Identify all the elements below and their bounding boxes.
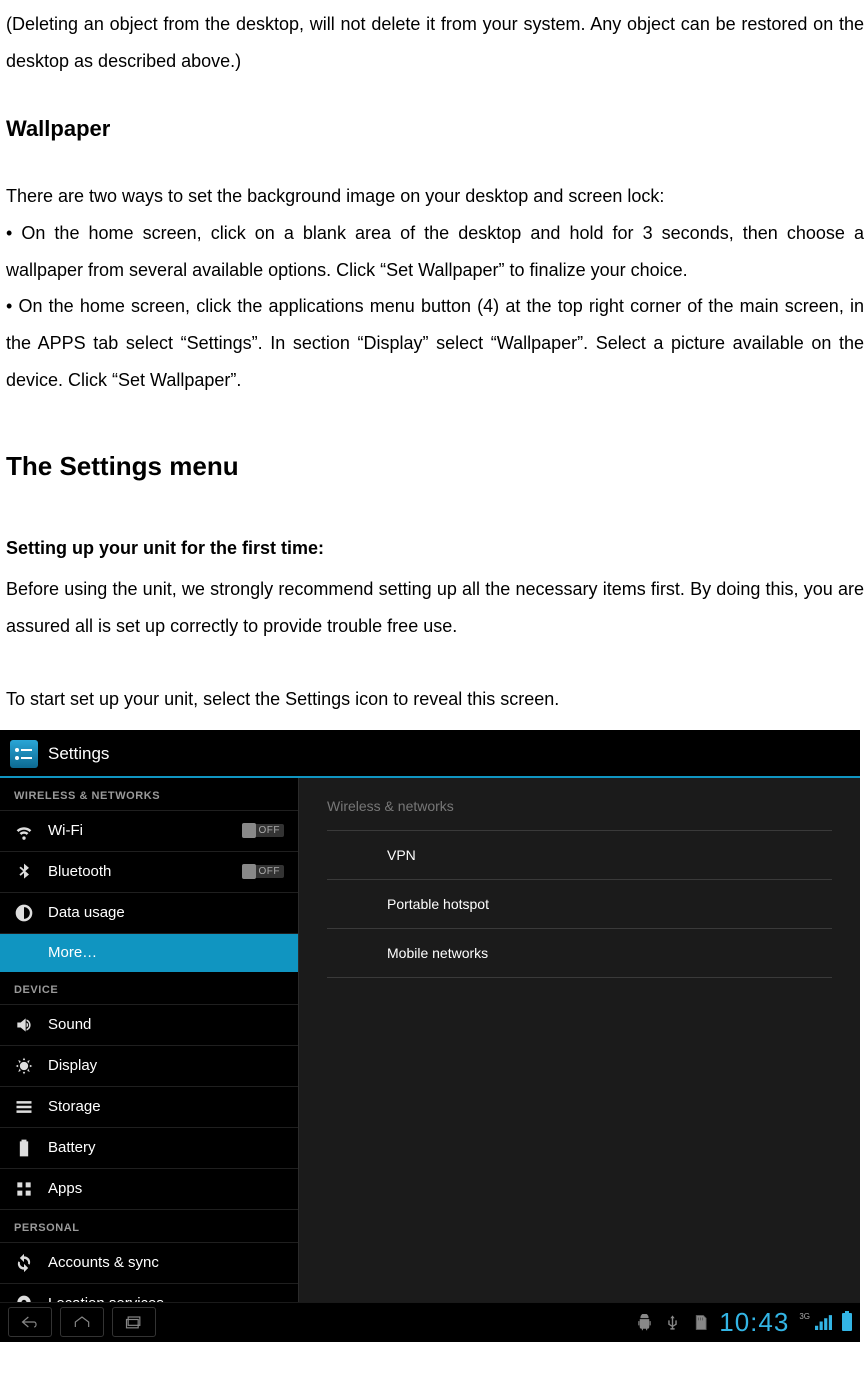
display-icon [14,1056,34,1076]
android-debug-icon [635,1313,653,1331]
sidebar-item-data-usage[interactable]: Data usage [0,893,298,934]
settings-header: Settings [0,730,860,778]
sidebar-item-label: Storage [48,1098,101,1115]
panel-heading: Wireless & networks [299,778,860,830]
sidebar-item-wifi[interactable]: Wi-Fi OFF [0,811,298,852]
wallpaper-bullet-2: • On the home screen, click the applicat… [6,288,864,399]
settings-screenshot: Settings WIRELESS & NETWORKS Wi-Fi OFF B… [0,730,860,1342]
location-icon [14,1294,34,1302]
first-time-body: Before using the unit, we strongly recom… [6,571,864,645]
sidebar-item-sound[interactable]: Sound [0,1005,298,1046]
sidebar-item-accounts[interactable]: Accounts & sync [0,1243,298,1284]
wallpaper-heading: Wallpaper [6,116,864,142]
settings-sidebar: WIRELESS & NETWORKS Wi-Fi OFF Bluetooth … [0,778,298,1302]
sd-card-icon [691,1313,709,1331]
signal-icon [814,1313,832,1331]
start-setup-text: To start set up your unit, select the Se… [6,681,864,718]
apps-icon [14,1179,34,1199]
sidebar-item-label: Wi-Fi [48,822,83,839]
storage-icon [14,1097,34,1117]
category-personal: PERSONAL [0,1210,298,1243]
sidebar-item-label: Apps [48,1180,82,1197]
sidebar-item-display[interactable]: Display [0,1046,298,1087]
sound-icon [14,1015,34,1035]
usb-icon [663,1313,681,1331]
sidebar-item-label: Location services [48,1295,164,1302]
sidebar-item-label: Battery [48,1139,96,1156]
panel-item-mobile-networks[interactable]: Mobile networks [327,929,832,978]
clock: 10:43 [719,1307,789,1338]
sidebar-item-apps[interactable]: Apps [0,1169,298,1210]
sidebar-item-label: Data usage [48,904,125,921]
back-button[interactable] [8,1307,52,1337]
settings-title: Settings [48,744,109,764]
wifi-icon [14,821,34,841]
system-navbar: 10:43 3G [0,1302,860,1342]
recent-apps-button[interactable] [112,1307,156,1337]
settings-menu-heading: The Settings menu [6,451,864,482]
sidebar-item-label: Display [48,1057,97,1074]
sync-icon [14,1253,34,1273]
sidebar-item-label: Accounts & sync [48,1254,159,1271]
sidebar-item-location[interactable]: Location services [0,1284,298,1302]
category-wireless: WIRELESS & NETWORKS [0,778,298,811]
home-button[interactable] [60,1307,104,1337]
bluetooth-icon [14,862,34,882]
settings-detail-panel: Wireless & networks VPN Portable hotspot… [298,778,860,1302]
wallpaper-bullet-1: • On the home screen, click on a blank a… [6,215,864,289]
panel-item-vpn[interactable]: VPN [327,830,832,880]
sidebar-item-label: Bluetooth [48,863,111,880]
panel-item-hotspot[interactable]: Portable hotspot [327,880,832,929]
sidebar-item-battery[interactable]: Battery [0,1128,298,1169]
battery-icon [14,1138,34,1158]
category-device: DEVICE [0,972,298,1005]
wallpaper-intro: There are two ways to set the background… [6,178,864,215]
sidebar-item-label: More… [48,944,97,961]
battery-icon [842,1313,852,1331]
sidebar-item-storage[interactable]: Storage [0,1087,298,1128]
sidebar-item-more[interactable]: More… [0,934,298,972]
settings-app-icon [10,740,38,768]
first-time-subhead: Setting up your unit for the first time: [6,530,864,567]
sidebar-item-bluetooth[interactable]: Bluetooth OFF [0,852,298,893]
sidebar-item-label: Sound [48,1016,91,1033]
wifi-toggle[interactable]: OFF [242,824,284,837]
bluetooth-toggle[interactable]: OFF [242,865,284,878]
network-type-badge: 3G [799,1313,810,1321]
data-usage-icon [14,903,34,923]
delete-note: (Deleting an object from the desktop, wi… [6,6,864,80]
